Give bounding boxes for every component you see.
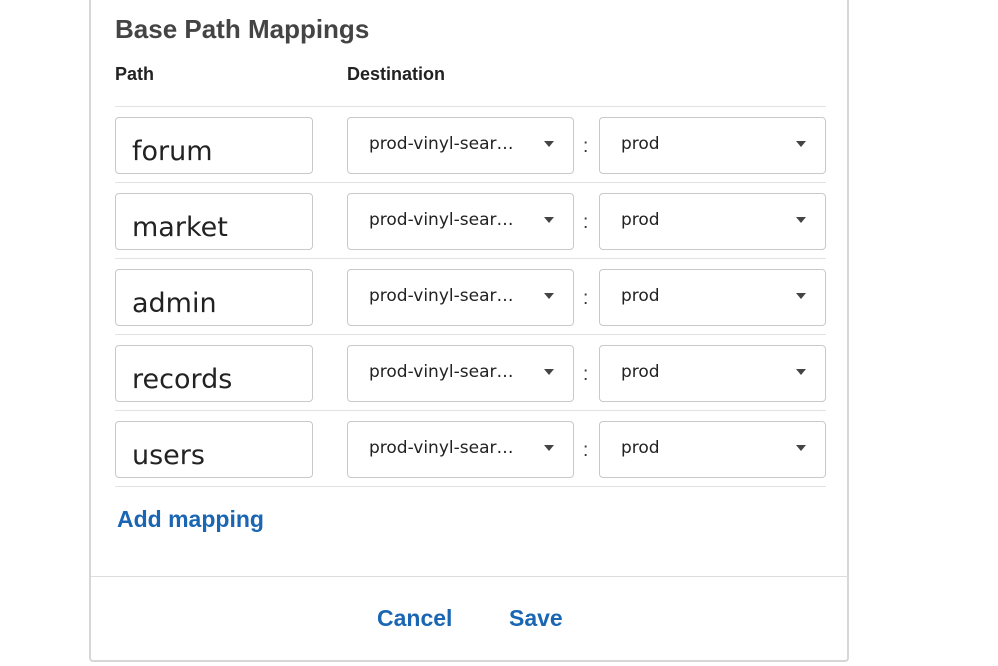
api-select[interactable]: prod-vinyl-sear…: [347, 269, 574, 326]
stage-select[interactable]: prod: [599, 117, 826, 174]
row-divider: [115, 486, 826, 487]
destination-column-header: Destination: [347, 64, 446, 84]
path-input[interactable]: market: [115, 193, 313, 250]
row-divider: [115, 258, 826, 259]
caret-down-icon: [544, 293, 554, 299]
caret-down-icon: [544, 141, 554, 147]
api-select-value: prod-vinyl-sear…: [369, 210, 514, 230]
save-button[interactable]: Save: [509, 605, 563, 632]
api-stage-separator: :: [583, 440, 589, 461]
add-mapping-link[interactable]: Add mapping: [117, 506, 264, 533]
path-column-header: Path: [115, 64, 155, 84]
caret-down-icon: [796, 141, 806, 147]
api-select[interactable]: prod-vinyl-sear…: [347, 345, 574, 402]
caret-down-icon: [544, 369, 554, 375]
panel-title: Base Path Mappings: [115, 14, 370, 44]
api-stage-separator: :: [583, 364, 589, 385]
stage-select-value: prod: [621, 438, 660, 458]
api-stage-separator: :: [583, 212, 589, 233]
row-divider: [115, 334, 826, 335]
api-select-value: prod-vinyl-sear…: [369, 438, 514, 458]
footer-divider: [91, 576, 849, 577]
api-select-value: prod-vinyl-sear…: [369, 362, 514, 382]
row-divider: [115, 182, 826, 183]
stage-select[interactable]: prod: [599, 269, 826, 326]
api-select[interactable]: prod-vinyl-sear…: [347, 421, 574, 478]
stage-select[interactable]: prod: [599, 193, 826, 250]
caret-down-icon: [544, 445, 554, 451]
row-divider: [115, 410, 826, 411]
path-input[interactable]: records: [115, 345, 313, 402]
stage-select[interactable]: prod: [599, 421, 826, 478]
stage-select-value: prod: [621, 210, 660, 230]
row-divider: [115, 106, 826, 107]
caret-down-icon: [796, 369, 806, 375]
api-select[interactable]: prod-vinyl-sear…: [347, 117, 574, 174]
api-select[interactable]: prod-vinyl-sear…: [347, 193, 574, 250]
path-input[interactable]: forum: [115, 117, 313, 174]
path-input[interactable]: users: [115, 421, 313, 478]
base-path-mappings-panel: [89, 0, 849, 662]
caret-down-icon: [796, 217, 806, 223]
caret-down-icon: [796, 445, 806, 451]
cancel-button[interactable]: Cancel: [377, 605, 452, 632]
stage-select-value: prod: [621, 362, 660, 382]
api-stage-separator: :: [583, 136, 589, 157]
api-select-value: prod-vinyl-sear…: [369, 134, 514, 154]
stage-select-value: prod: [621, 134, 660, 154]
stage-select[interactable]: prod: [599, 345, 826, 402]
stage-select-value: prod: [621, 286, 660, 306]
api-stage-separator: :: [583, 288, 589, 309]
api-select-value: prod-vinyl-sear…: [369, 286, 514, 306]
caret-down-icon: [544, 217, 554, 223]
caret-down-icon: [796, 293, 806, 299]
path-input[interactable]: admin: [115, 269, 313, 326]
